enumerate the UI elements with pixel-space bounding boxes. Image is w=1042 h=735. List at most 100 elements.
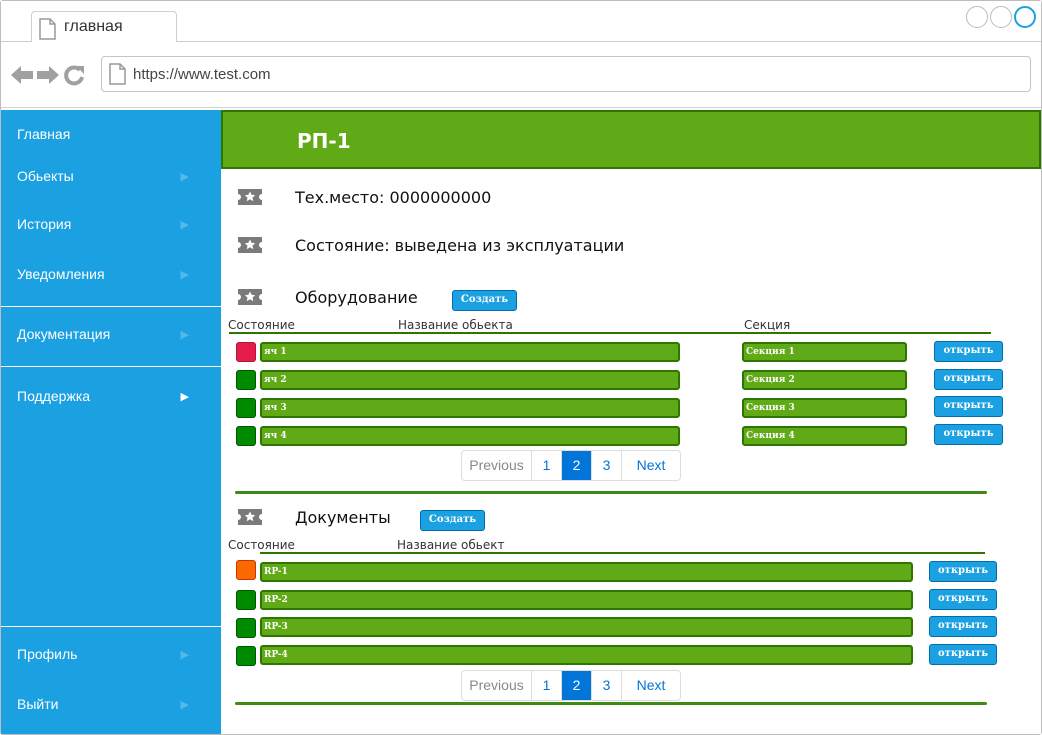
sidebar-divider [1, 626, 221, 627]
nav-controls [11, 64, 85, 91]
maximize-button[interactable] [990, 6, 1012, 28]
divider-line [260, 552, 985, 554]
star-ticket-icon [238, 288, 262, 310]
status-indicator [236, 426, 256, 446]
sidebar-item-label: История [17, 216, 72, 232]
status-indicator [236, 342, 256, 362]
open-button[interactable]: открыть [929, 616, 997, 637]
sidebar-item-home[interactable]: Главная [1, 126, 221, 142]
sidebar-item-label: Уведомления [17, 266, 105, 282]
object-name-bar: яч 1 [260, 342, 680, 362]
chevron-right-icon: ▶ [180, 329, 189, 341]
pagination-page-2[interactable]: 2 [562, 671, 592, 700]
equipment-title: Оборудование [295, 288, 418, 307]
column-header-section: Секция [744, 318, 791, 332]
open-button[interactable]: открыть [929, 561, 997, 582]
back-arrow-icon[interactable] [11, 66, 33, 89]
main-content: РП-1 Тех.место: 0000000000 Состояние: вы… [221, 110, 1041, 734]
object-name-bar: яч 2 [260, 370, 680, 390]
sidebar-divider [1, 306, 221, 307]
status-indicator [236, 590, 256, 610]
open-button[interactable]: открыть [929, 644, 997, 665]
create-equipment-button[interactable]: Создать [452, 290, 517, 311]
forward-arrow-icon[interactable] [37, 66, 59, 89]
open-button[interactable]: открыть [934, 396, 1003, 417]
sidebar-item-history[interactable]: История ▶ [1, 216, 221, 232]
page-header: РП-1 [221, 110, 1041, 169]
tab-title: главная [64, 18, 123, 35]
open-button[interactable]: открыть [934, 424, 1003, 445]
tab-bar: главная [1, 1, 1041, 43]
status-indicator [236, 560, 256, 580]
object-name-bar: яч 4 [260, 426, 680, 446]
chevron-right-icon: ▶ [180, 649, 189, 661]
sidebar-item-profile[interactable]: Профиль ▶ [1, 646, 221, 662]
sidebar-item-label: Поддержка [17, 388, 91, 404]
sidebar-item-objects[interactable]: Обьекты ▶ [1, 168, 221, 184]
sidebar-item-notifications[interactable]: Уведомления ▶ [1, 266, 221, 282]
open-button[interactable]: открыть [929, 589, 997, 610]
reload-icon[interactable] [63, 64, 85, 91]
status-indicator [236, 398, 256, 418]
status-indicator [236, 618, 256, 638]
documents-title: Документы [295, 508, 391, 527]
star-ticket-icon [238, 508, 262, 530]
open-button[interactable]: открыть [934, 369, 1003, 390]
pagination-page-2[interactable]: 2 [562, 451, 592, 480]
document-name-bar: RP-3 [260, 617, 913, 637]
window-controls [966, 6, 1036, 28]
address-bar[interactable]: https://www.test.com [101, 56, 1031, 92]
chevron-right-icon: ▶ [180, 699, 189, 711]
divider-line [235, 491, 987, 494]
status-indicator [236, 370, 256, 390]
section-bar: Секция 4 [742, 426, 907, 446]
document-name-bar: RP-1 [260, 562, 913, 582]
pagination-next[interactable]: Next [622, 671, 680, 700]
browser-window: главная https://www.test.com Главная Обь… [0, 0, 1042, 735]
column-header-name: Название обьект [397, 538, 505, 552]
pagination-page-1[interactable]: 1 [532, 671, 562, 700]
pagination-previous[interactable]: Previous [462, 451, 532, 480]
star-ticket-icon [238, 236, 262, 258]
sidebar-item-label: Главная [17, 126, 71, 142]
equipment-pagination: Previous 1 2 3 Next [461, 450, 681, 481]
star-ticket-icon [238, 188, 262, 210]
section-bar: Секция 2 [742, 370, 907, 390]
chevron-right-icon: ▶ [180, 171, 189, 183]
browser-tab[interactable]: главная [31, 11, 177, 43]
pagination-previous[interactable]: Previous [462, 671, 532, 700]
open-button[interactable]: открыть [934, 341, 1003, 362]
sidebar-item-label: Выйти [17, 696, 59, 712]
section-bar: Секция 3 [742, 398, 907, 418]
pagination-page-1[interactable]: 1 [532, 451, 562, 480]
object-name-bar: яч 3 [260, 398, 680, 418]
sidebar-item-label: Профиль [17, 646, 78, 662]
chevron-right-icon: ▶ [180, 219, 189, 231]
minimize-button[interactable] [966, 6, 988, 28]
sidebar-item-logout[interactable]: Выйти ▶ [1, 696, 221, 712]
sidebar-item-label: Документация [17, 326, 111, 342]
state-text: Состояние: выведена из эксплуатации [295, 236, 625, 255]
pagination-page-3[interactable]: 3 [592, 671, 622, 700]
close-button[interactable] [1014, 6, 1036, 28]
divider-line [229, 332, 991, 334]
document-name-bar: RP-4 [260, 645, 913, 665]
status-indicator [236, 646, 256, 666]
page-title: РП-1 [297, 129, 351, 153]
chevron-right-icon: ▶ [180, 269, 189, 281]
documents-pagination: Previous 1 2 3 Next [461, 670, 681, 701]
chevron-right-icon: ▶ [180, 391, 189, 403]
column-header-state: Состояние [228, 538, 295, 552]
create-document-button[interactable]: Создать [420, 510, 485, 531]
sidebar-item-label: Обьекты [17, 168, 74, 184]
navigation-bar: https://www.test.com [1, 42, 1041, 108]
page-icon [108, 63, 126, 90]
divider-line [235, 702, 987, 705]
page-icon [38, 18, 56, 45]
section-bar: Секция 1 [742, 342, 907, 362]
sidebar-item-support[interactable]: Поддержка ▶ [1, 388, 221, 404]
tech-place-text: Тех.место: 0000000000 [295, 188, 492, 207]
pagination-page-3[interactable]: 3 [592, 451, 622, 480]
pagination-next[interactable]: Next [622, 451, 680, 480]
sidebar-item-documentation[interactable]: Документация ▶ [1, 326, 221, 342]
